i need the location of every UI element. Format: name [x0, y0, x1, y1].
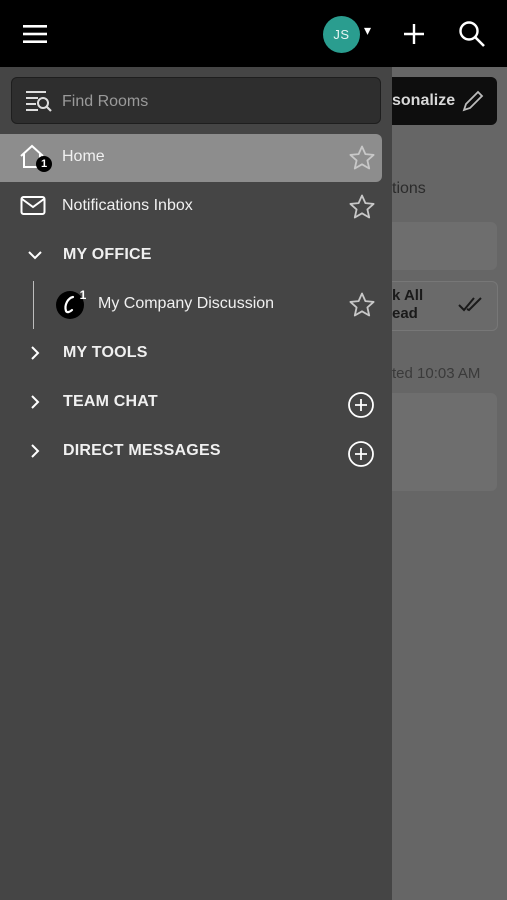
- avatar-caret-icon[interactable]: ▾: [364, 22, 371, 39]
- updated-timestamp: ted 10:03 AM: [392, 365, 481, 382]
- section-label: MY TOOLS: [63, 344, 148, 361]
- chevron-right-icon: [28, 395, 42, 414]
- top-bar: JS ▾: [0, 0, 507, 67]
- navigation-drawer: 1 Home Notifications Inbox MY OFFICE 1 M…: [0, 67, 392, 900]
- personalize-label: sonalize: [392, 92, 456, 109]
- chevron-right-icon: [28, 444, 42, 463]
- star-icon[interactable]: [348, 193, 376, 226]
- avatar[interactable]: JS: [323, 16, 360, 53]
- find-rooms-search[interactable]: [11, 77, 381, 125]
- mark-all-read-label: k All ead: [392, 287, 424, 322]
- search-icon[interactable]: [457, 19, 487, 49]
- plus-icon[interactable]: [400, 20, 428, 48]
- sidebar-item-notifications-inbox[interactable]: Notifications Inbox: [0, 183, 392, 231]
- mail-icon: [20, 195, 46, 222]
- sidebar-item-label: My Company Discussion: [98, 295, 275, 312]
- section-team-chat[interactable]: TEAM CHAT: [0, 379, 392, 427]
- star-icon[interactable]: [348, 291, 376, 324]
- section-direct-messages[interactable]: DIRECT MESSAGES: [0, 428, 392, 476]
- background-card: [380, 393, 497, 491]
- background-card: [380, 222, 497, 270]
- section-label: TEAM CHAT: [63, 393, 158, 410]
- sidebar-item-my-company-discussion[interactable]: 1 My Company Discussion: [0, 281, 392, 329]
- add-direct-message-icon[interactable]: [347, 440, 375, 473]
- sidebar-item-home[interactable]: 1 Home: [0, 134, 382, 182]
- hamburger-icon[interactable]: [20, 20, 50, 48]
- sidebar-item-label: Home: [62, 148, 105, 165]
- background-tab-label: tions: [392, 180, 426, 197]
- home-unread-badge: 1: [36, 156, 52, 172]
- room-unread-badge: 1: [79, 288, 87, 302]
- pencil-icon: [460, 88, 486, 119]
- section-label: MY OFFICE: [63, 246, 152, 263]
- double-check-icon: [457, 292, 483, 321]
- chevron-right-icon: [28, 346, 42, 365]
- filter-search-icon: [24, 88, 52, 119]
- add-team-chat-icon[interactable]: [347, 391, 375, 424]
- search-input[interactable]: [60, 78, 364, 125]
- star-icon[interactable]: [348, 144, 376, 177]
- section-my-office[interactable]: MY OFFICE: [0, 232, 392, 280]
- section-my-tools[interactable]: MY TOOLS: [0, 330, 392, 378]
- section-label: DIRECT MESSAGES: [63, 442, 221, 459]
- avatar-initials: JS: [333, 27, 350, 42]
- chevron-down-icon: [28, 248, 42, 267]
- sidebar-item-label: Notifications Inbox: [62, 197, 193, 214]
